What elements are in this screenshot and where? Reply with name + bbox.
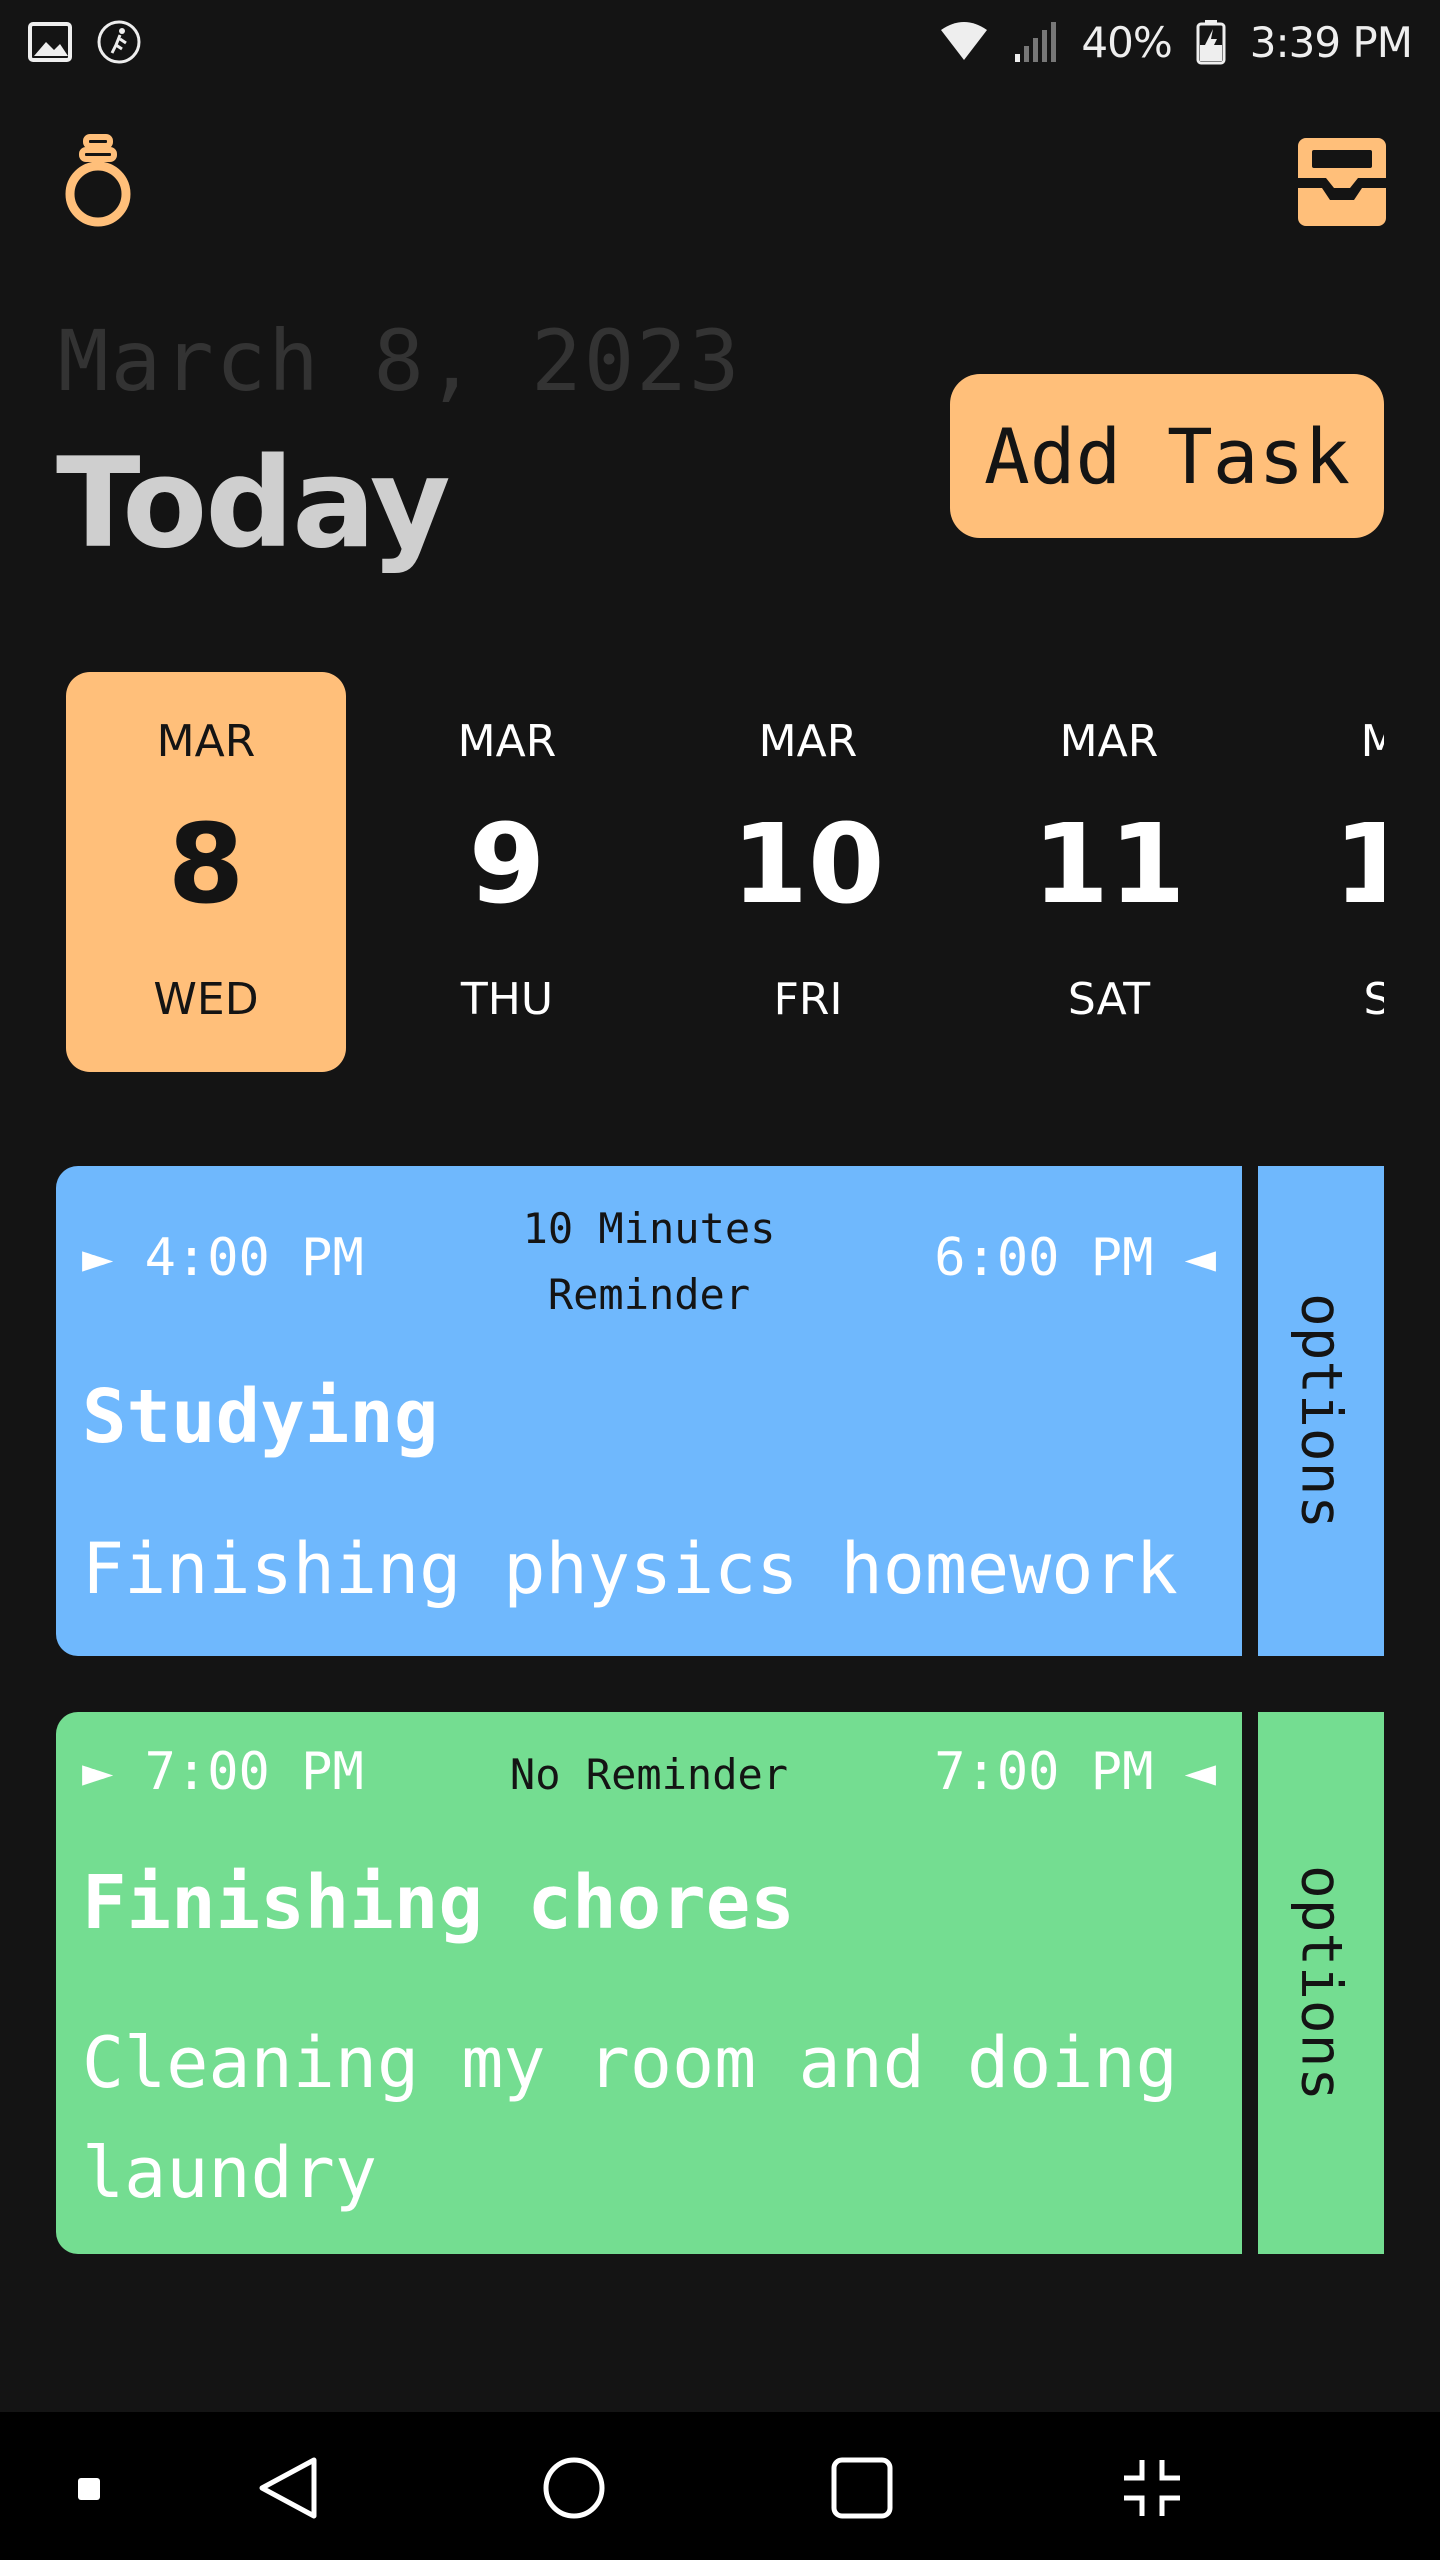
gallery-icon [28, 22, 72, 62]
date-strip[interactable]: MAR 8 WED MAR 9 THU MAR 10 FRI MAR 11 SA… [0, 660, 1384, 1090]
date-weekday: THU [460, 974, 554, 1025]
page-title: Today [56, 432, 451, 576]
date-month: MAR [1360, 716, 1384, 767]
date-month: MAR [758, 716, 858, 767]
clock: 3:39 PM [1249, 17, 1413, 67]
task-card[interactable]: ► 4:00 PM 10 Minutes Reminder 6:00 PM ◄ … [56, 1166, 1242, 1656]
date-chip[interactable]: MAR 8 WED [66, 672, 346, 1072]
options-label: options [1288, 1864, 1354, 2101]
date-month: MAR [1059, 716, 1159, 767]
date-day: 12 [1333, 800, 1384, 928]
options-label: options [1288, 1292, 1354, 1529]
current-date: March 8, 2023 [58, 312, 742, 410]
task-name: Studying [82, 1374, 439, 1460]
battery-charging-icon [1196, 20, 1226, 65]
date-month: MAR [457, 716, 557, 767]
task-name: Finishing chores [82, 1860, 795, 1946]
navigation-bar [0, 2412, 1440, 2560]
task-options-button[interactable]: options [1258, 1712, 1384, 2254]
date-month: MAR [156, 716, 256, 767]
activity-icon [97, 20, 141, 64]
back-icon[interactable] [256, 2456, 320, 2520]
date-chip[interactable]: MAR 11 SAT [969, 672, 1249, 1072]
status-bar: 40% 3:39 PM [0, 0, 1440, 84]
inbox-icon[interactable] [1298, 138, 1386, 226]
task-card[interactable]: ► 7:00 PM No Reminder 7:00 PM ◄ Finishin… [56, 1712, 1242, 2254]
date-weekday: SUN [1363, 974, 1384, 1025]
home-icon[interactable] [542, 2456, 606, 2520]
task-end-time: 6:00 PM ◄ [934, 1228, 1216, 1288]
date-day: 10 [731, 800, 885, 928]
date-weekday: SAT [1067, 974, 1151, 1025]
dot-icon[interactable] [78, 2478, 100, 2500]
date-day: 9 [468, 800, 546, 928]
date-weekday: FRI [773, 974, 843, 1025]
collapse-icon[interactable] [1120, 2456, 1184, 2520]
date-chip[interactable]: MAR 9 THU [367, 672, 647, 1072]
add-task-button[interactable]: Add Task [950, 374, 1384, 538]
date-day: 8 [167, 800, 245, 928]
task-description: Cleaning my room and doing laundry [82, 2022, 1178, 2214]
task-reminder: 10 Minutes Reminder [522, 1204, 776, 1319]
wifi-icon [941, 22, 988, 60]
task-description: Finishing physics homework [82, 1528, 1178, 1610]
date-chip[interactable]: MAR 12 SUN [1270, 672, 1384, 1072]
date-chip[interactable]: MAR 10 FRI [668, 672, 948, 1072]
signal-icon [1015, 22, 1057, 62]
date-day: 11 [1032, 800, 1186, 928]
recents-icon[interactable] [830, 2456, 894, 2520]
battery-percent: 40% [1081, 17, 1172, 67]
lightbulb-icon[interactable] [62, 134, 134, 230]
date-weekday: WED [153, 974, 259, 1025]
task-start-time: ► 4:00 PM [82, 1228, 364, 1288]
task-options-button[interactable]: options [1258, 1166, 1384, 1656]
task-end-time: 7:00 PM ◄ [934, 1742, 1216, 1802]
